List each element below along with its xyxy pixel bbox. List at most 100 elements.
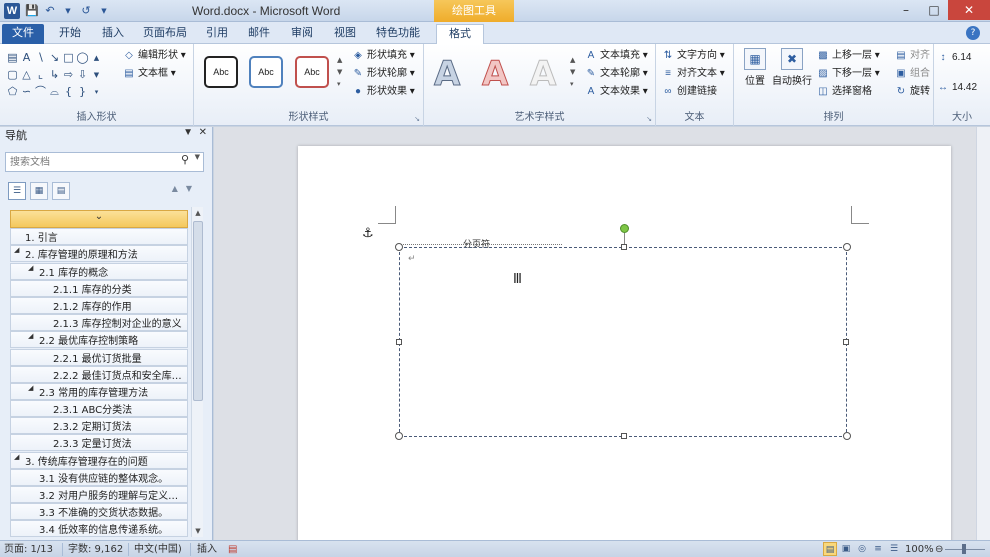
tab-review[interactable]: 审阅 [280, 24, 324, 44]
zoom-level[interactable]: 100% [905, 542, 934, 557]
outline-view-icon[interactable]: ≡ [871, 542, 885, 556]
selection-pane-button[interactable]: ◫ 选择窗格 [816, 82, 872, 99]
align-button[interactable]: ▤ 对齐 [894, 46, 930, 63]
nav-heading-item[interactable]: 2.2.1 最优订货批量 [10, 348, 188, 366]
nav-heading-item[interactable]: ◢ 2.1 库存的概念 [10, 262, 188, 280]
collapse-all-heading[interactable]: ⌄ [10, 210, 188, 228]
resize-handle-top-left[interactable] [395, 243, 403, 251]
nav-heading-item[interactable]: 3.4 低效率的信息传递系统。 [10, 520, 188, 537]
wordart-style-1[interactable]: A [433, 54, 460, 95]
nav-heading-item[interactable]: ◢ 3. 传统库存管理存在的问题 [10, 451, 188, 469]
resize-handle-top[interactable] [621, 244, 627, 250]
print-layout-view-icon[interactable]: ▤ [823, 542, 837, 556]
shape-gallery[interactable]: ▤ A ∖ ↘ □ ◯ ▲ ▢ △ ⌞ ↳ ⇨ ⇩ ▼ ⬠ ∽ ⌒ ⌓ { } … [6, 50, 117, 100]
nav-scroll-thumb[interactable] [193, 221, 203, 401]
nav-heading-item[interactable]: 2.1.1 库存的分类 [10, 279, 188, 297]
text-outline-button[interactable]: ✎ 文本轮廓 ▾ [584, 64, 648, 81]
help-icon[interactable]: ? [966, 26, 980, 40]
nav-heading-item[interactable]: 3.2 对用户服务的理解与定义不... [10, 486, 188, 503]
shape-curve-icon[interactable]: ⌒ [34, 84, 47, 100]
nav-heading-item[interactable]: 2.1.2 库存的作用 [10, 296, 188, 314]
shape-style-3[interactable]: Abc [295, 56, 329, 88]
tab-file[interactable]: 文件 [2, 24, 44, 44]
resize-handle-left[interactable] [396, 339, 402, 345]
shape-width-field[interactable]: ↔ 14.42 [936, 82, 977, 99]
headings-view-icon[interactable]: ☰ [8, 182, 26, 200]
edit-shape-button[interactable]: ◇ 编辑形状 ▾ [122, 46, 186, 63]
macro-record-icon[interactable]: ▤ [228, 542, 237, 557]
undo-icon[interactable]: ↶ [42, 3, 58, 19]
word-app-icon[interactable]: W [4, 3, 20, 19]
minimize-icon[interactable]: – [892, 0, 920, 20]
text-box-button[interactable]: ▤ 文本框 ▾ [122, 64, 176, 81]
shape-effects-button[interactable]: ● 形状效果 ▾ [351, 82, 415, 99]
wordart-scroll-icon[interactable]: ▲ ▼ ▾ [570, 54, 575, 90]
document-area[interactable]: ⚓ 分页符 ↵ Ⅲ [214, 127, 976, 540]
anchor-icon[interactable]: ⚓ [362, 226, 374, 241]
expand-toggle-icon[interactable]: ◢ [28, 384, 33, 392]
tab-format[interactable]: 格式 [436, 24, 484, 44]
group-button[interactable]: ▣ 组合 [894, 64, 930, 81]
nav-heading-item[interactable]: 2.2.2 最佳订货点和安全库存... [10, 365, 188, 383]
bring-forward-button[interactable]: ▩ 上移一层 ▾ [816, 46, 880, 63]
zoom-slider-thumb[interactable] [962, 544, 966, 554]
nav-heading-item[interactable]: 2.3.1 ABC分类法 [10, 400, 188, 418]
text-fill-button[interactable]: A 文本填充 ▾ [584, 46, 648, 63]
expand-toggle-icon[interactable]: ◢ [14, 453, 19, 461]
shape-style-scroll-icon[interactable]: ▲ ▼ ▾ [337, 54, 342, 90]
document-page[interactable]: ⚓ 分页符 ↵ Ⅲ [298, 146, 951, 540]
shape-fill-button[interactable]: ◈ 形状填充 ▾ [351, 46, 415, 63]
shape-outline-button[interactable]: ✎ 形状轮廓 ▾ [351, 64, 415, 81]
qat-customize-icon[interactable]: ▼ [96, 3, 112, 19]
shape-arrow-icon[interactable]: ↘ [48, 50, 61, 66]
align-text-button[interactable]: ≡ 对齐文本 ▾ [661, 64, 725, 81]
expand-toggle-icon[interactable]: ◢ [28, 264, 33, 272]
language-status[interactable]: 中文(中国) [134, 542, 182, 557]
tab-home[interactable]: 开始 [48, 24, 92, 44]
web-layout-view-icon[interactable]: ◎ [855, 542, 869, 556]
wordart-style-2[interactable]: A [481, 54, 508, 95]
shape-elbow2-icon[interactable]: ↳ [48, 67, 61, 83]
nav-heading-item[interactable]: 3.1 没有供应链的整体观念。 [10, 468, 188, 486]
next-heading-icon[interactable]: ▼ [186, 184, 200, 193]
nav-menu-icon[interactable]: ▼ [183, 127, 193, 138]
zoom-out-icon[interactable]: ⊖ [935, 542, 943, 557]
qat-dropdown-icon[interactable]: ▼ [60, 3, 76, 19]
nav-search-input[interactable]: 搜索文档 ⚲ ▼ [5, 152, 204, 172]
nav-heading-item[interactable]: ◢ 2.2 最优库存控制策略 [10, 331, 188, 349]
save-icon[interactable]: 💾 [24, 3, 40, 19]
shape-styles-dialog-launcher-icon[interactable]: ↘ [414, 115, 420, 123]
maximize-icon[interactable]: □ [920, 0, 948, 20]
rotate-handle[interactable] [620, 224, 629, 233]
shape-text-icon[interactable]: A [20, 50, 33, 66]
position-button[interactable]: ▦ 位置 [738, 48, 772, 87]
tab-references[interactable]: 引用 [196, 24, 238, 44]
document-scrollbar[interactable] [976, 127, 990, 540]
shape-roundrect-icon[interactable]: ▢ [6, 67, 19, 83]
previous-heading-icon[interactable]: ▲ [172, 184, 186, 193]
shape-line-icon[interactable]: ∖ [34, 50, 47, 66]
draft-view-icon[interactable]: ☰ [887, 542, 901, 556]
close-icon[interactable]: ✕ [948, 0, 990, 20]
shape-freeform-icon[interactable]: ∽ [20, 84, 33, 100]
page-count-status[interactable]: 页面: 1/13 [4, 542, 53, 557]
wordart-dialog-launcher-icon[interactable]: ↘ [646, 115, 652, 123]
resize-handle-top-right[interactable] [843, 243, 851, 251]
nav-heading-item[interactable]: ◢ 2.3 常用的库存管理方法 [10, 382, 188, 400]
redo-icon[interactable]: ↺ [78, 3, 94, 19]
resize-handle-right[interactable] [843, 339, 849, 345]
resize-handle-bottom-right[interactable] [843, 432, 851, 440]
shape-pentagon-icon[interactable]: ⬠ [6, 84, 19, 100]
shape-rect-icon[interactable]: □ [62, 50, 75, 66]
shape-right-arrow-icon[interactable]: ⇨ [62, 67, 75, 83]
expand-toggle-icon[interactable]: ◢ [14, 246, 19, 254]
tab-view[interactable]: 视图 [324, 24, 366, 44]
text-direction-button[interactable]: ⇅ 文字方向 ▾ [661, 46, 725, 63]
shape-oval-icon[interactable]: ◯ [76, 50, 89, 66]
nav-heading-item[interactable]: 2.3.2 定期订货法 [10, 417, 188, 435]
pages-view-icon[interactable]: ▦ [30, 182, 48, 200]
text-box-shape[interactable]: ↵ Ⅲ [395, 224, 851, 440]
shape-more-icon[interactable]: ▾ [90, 84, 103, 100]
shape-scroll-down-icon[interactable]: ▼ [90, 67, 103, 83]
text-effects-button[interactable]: A 文本效果 ▾ [584, 82, 648, 99]
